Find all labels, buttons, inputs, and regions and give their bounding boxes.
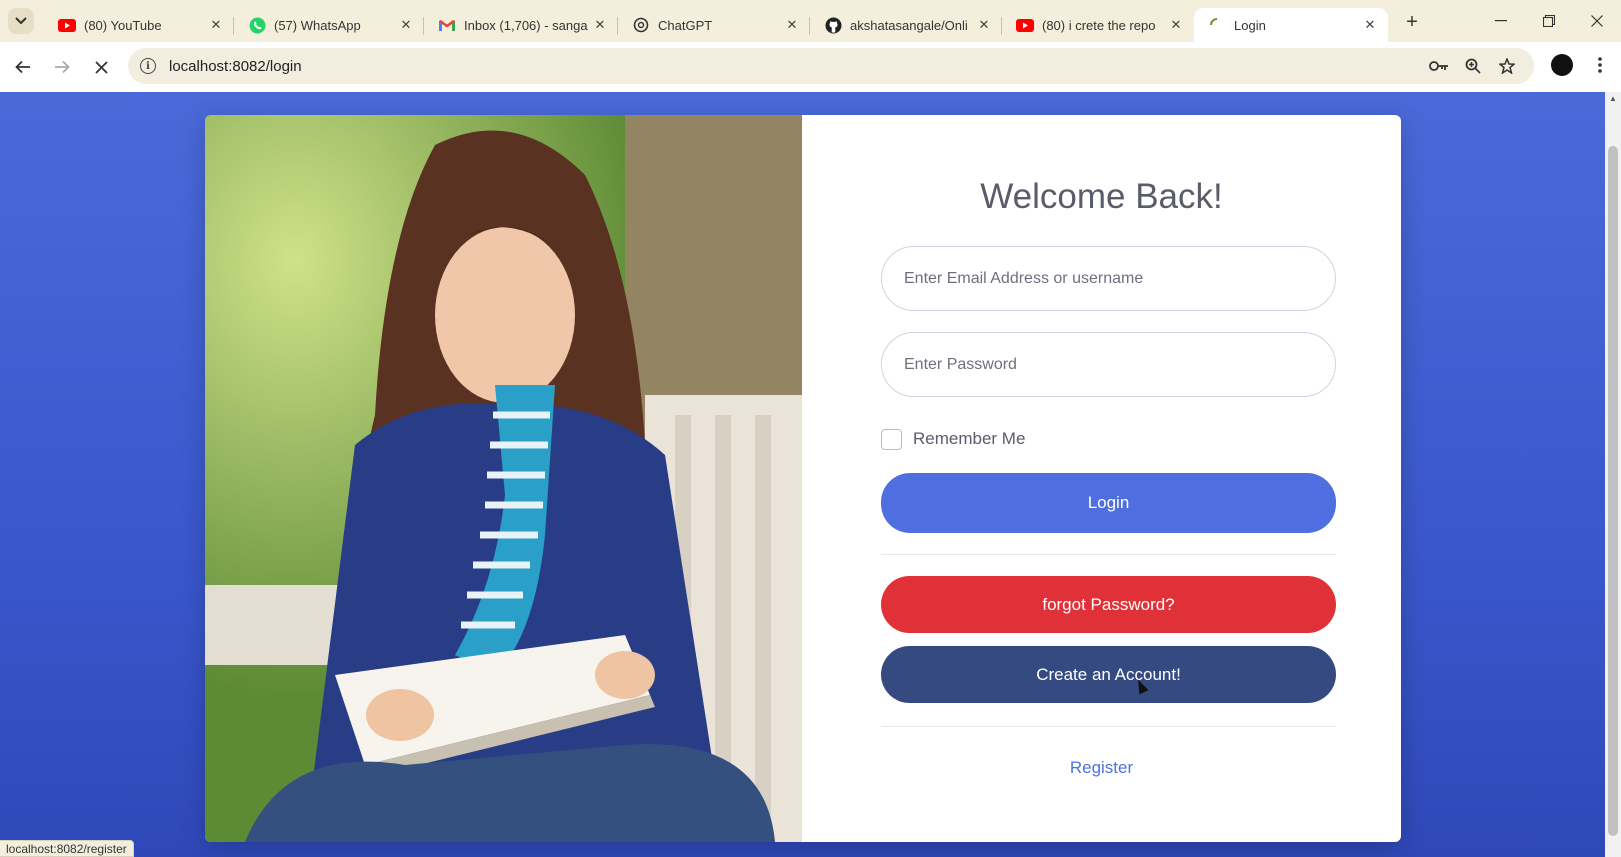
restore-icon[interactable]	[1525, 0, 1573, 42]
close-icon[interactable]: ✕	[592, 17, 608, 33]
browser-tab-strip: (80) YouTube ✕ (57) WhatsApp ✕ Inbox (1,…	[0, 0, 1621, 42]
close-icon[interactable]: ✕	[1168, 17, 1184, 33]
profile-avatar[interactable]	[1551, 54, 1573, 76]
youtube-icon	[1016, 16, 1034, 34]
tab-title: Inbox (1,706) - sanga	[464, 17, 588, 33]
stop-loading-icon[interactable]	[85, 51, 117, 83]
tab-title: Login	[1234, 17, 1266, 33]
page-scrollbar[interactable]: ▲	[1605, 92, 1621, 857]
tab-login-active[interactable]: Login ✕	[1194, 8, 1388, 42]
browser-menu-icon[interactable]	[1588, 50, 1612, 80]
tab-title: akshatasangale/Onli	[850, 17, 968, 33]
url-text[interactable]: localhost:8082/login	[169, 58, 302, 75]
page-viewport: Welcome Back! Remember Me Login forgot P…	[0, 92, 1605, 857]
password-field[interactable]	[881, 332, 1336, 397]
tab-search-dropdown-icon[interactable]	[8, 8, 34, 34]
tab-title: (80) i crete the repo	[1042, 17, 1156, 33]
password-key-icon[interactable]	[1422, 49, 1456, 83]
forward-arrow-icon[interactable]	[46, 51, 78, 83]
tab-youtube[interactable]: (80) YouTube ✕	[44, 8, 234, 42]
github-icon	[824, 16, 842, 34]
zoom-icon[interactable]	[1456, 49, 1490, 83]
bookmark-star-icon[interactable]	[1490, 49, 1524, 83]
window-controls	[1477, 0, 1621, 42]
tab-youtube-video[interactable]: (80) i crete the repo ✕	[1002, 8, 1194, 42]
login-card: Welcome Back! Remember Me Login forgot P…	[205, 115, 1401, 842]
address-bar-actions	[1422, 48, 1524, 84]
photo-illustration	[205, 115, 802, 842]
youtube-icon	[58, 16, 76, 34]
tab-title: (57) WhatsApp	[274, 17, 361, 33]
register-link[interactable]: Register	[802, 758, 1401, 778]
tab-chatgpt[interactable]: ChatGPT ✕	[618, 8, 810, 42]
browser-toolbar: i localhost:8082/login	[0, 42, 1621, 92]
remember-me-label: Remember Me	[913, 429, 1026, 448]
login-form: Welcome Back! Remember Me Login forgot P…	[802, 115, 1401, 842]
tab-title: (80) YouTube	[84, 17, 162, 33]
close-icon[interactable]: ✕	[398, 17, 414, 33]
tab-github[interactable]: akshatasangale/Onli ✕	[810, 8, 1002, 42]
divider	[881, 726, 1336, 727]
minimize-icon[interactable]	[1477, 0, 1525, 42]
close-icon[interactable]: ✕	[976, 17, 992, 33]
tab-title: ChatGPT	[658, 17, 713, 33]
close-icon[interactable]: ✕	[1362, 17, 1378, 33]
create-account-button[interactable]: Create an Account!	[881, 646, 1336, 703]
remember-me-checkbox[interactable]	[881, 428, 902, 450]
login-button[interactable]: Login	[881, 473, 1336, 533]
gmail-icon	[438, 16, 456, 34]
back-arrow-icon[interactable]	[7, 51, 39, 83]
tab-gmail[interactable]: Inbox (1,706) - sanga ✕	[424, 8, 618, 42]
email-field[interactable]	[881, 246, 1336, 311]
tab-whatsapp[interactable]: (57) WhatsApp ✕	[234, 8, 424, 42]
scroll-thumb[interactable]	[1608, 146, 1618, 836]
forgot-password-button[interactable]: forgot Password?	[881, 576, 1336, 633]
student-reading-photo	[205, 115, 802, 842]
remember-me[interactable]: Remember Me	[881, 428, 1025, 450]
divider	[881, 554, 1336, 555]
whatsapp-icon	[248, 16, 266, 34]
address-bar[interactable]: i localhost:8082/login	[128, 48, 1534, 84]
close-icon[interactable]: ✕	[784, 17, 800, 33]
chatgpt-icon	[632, 16, 650, 34]
new-tab-button[interactable]: +	[1398, 8, 1426, 36]
site-info-icon[interactable]: i	[140, 58, 156, 74]
loading-spinner-icon	[1208, 16, 1226, 34]
link-status-bar: localhost:8082/register	[0, 840, 134, 857]
scroll-up-icon[interactable]: ▲	[1609, 94, 1617, 103]
window-close-icon[interactable]	[1573, 0, 1621, 42]
page-title: Welcome Back!	[980, 177, 1223, 216]
close-icon[interactable]: ✕	[208, 17, 224, 33]
